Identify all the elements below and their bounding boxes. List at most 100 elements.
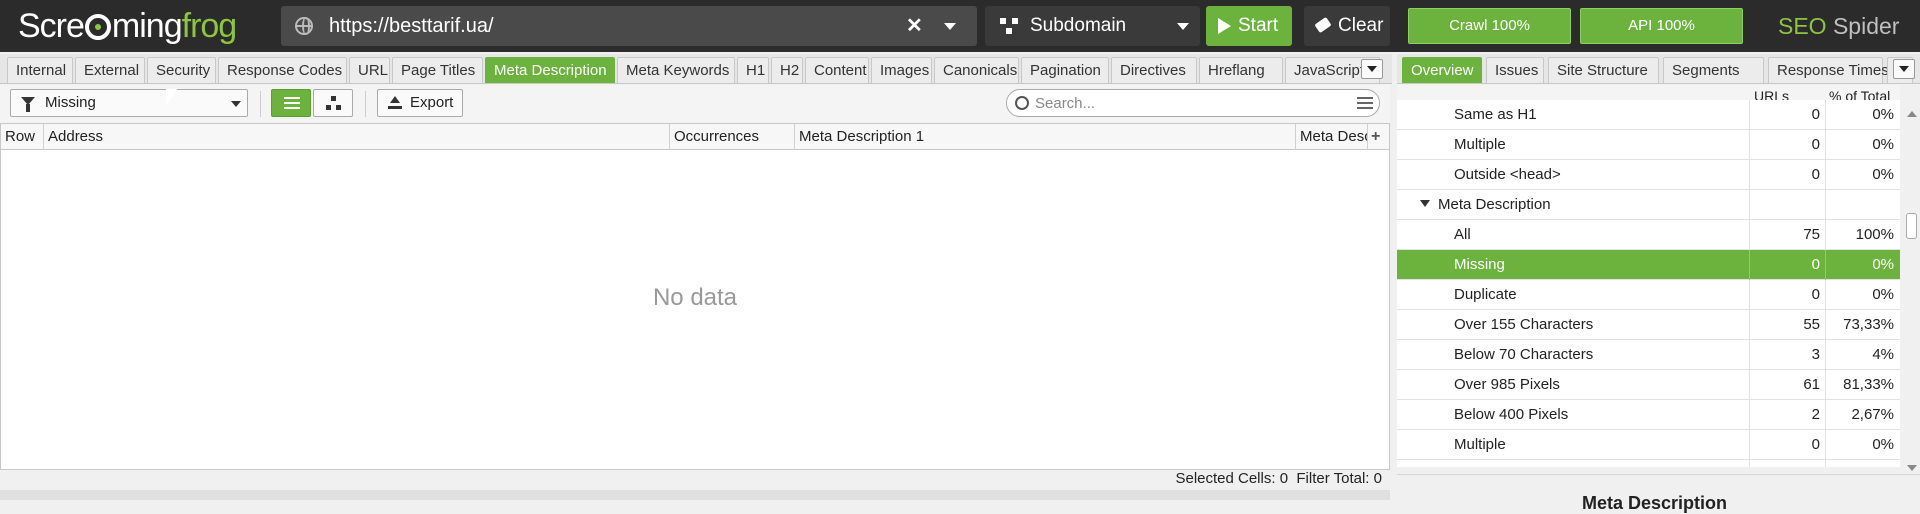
column-header-row[interactable]: Row [1,124,44,150]
tab-meta-description[interactable]: Meta Description [485,57,615,83]
more-tabs-dropdown-icon[interactable] [1361,59,1383,79]
overview-row-urls: 0 [1749,100,1825,130]
search-options-icon[interactable] [1357,97,1373,109]
overview-row-pct: 0% [1825,250,1900,280]
overview-row[interactable]: Below 70 Characters 3 4% [1397,340,1900,370]
overview-row[interactable]: Multiple 0 0% [1397,430,1900,460]
column-header-address[interactable]: Address [44,124,670,150]
tab-h2[interactable]: H2 [771,57,803,83]
tab-h1[interactable]: H1 [737,57,769,83]
overview-row[interactable]: Over 155 Characters 55 73,33% [1397,310,1900,340]
tab-security[interactable]: Security [147,57,216,83]
overview-row-label: Outside <head> [1454,466,1561,467]
overview-scrollbar[interactable] [1903,107,1920,474]
column-header-meta-description-1[interactable]: Meta Description 1 [795,124,1296,150]
column-header-meta-description-length[interactable]: Meta Description [1296,124,1368,150]
overview-group-row[interactable]: Meta Description [1397,190,1900,220]
clear-button[interactable]: Clear [1304,6,1390,46]
overview-row-pct: 81,33% [1825,370,1900,400]
overview-row-pct: 73,33% [1825,310,1900,340]
overview-row-urls: 61 [1749,370,1825,400]
eraser-icon [1314,16,1332,34]
left-tab-bar: Internal External Security Response Codes UR… [0,54,1392,84]
more-tabs-dropdown-icon[interactable] [1893,59,1915,79]
overview-row[interactable]: Same as H1 0 0% [1397,100,1900,130]
tab-canonicals[interactable]: Canonicals [934,57,1019,83]
tab-content[interactable]: Content [805,57,869,83]
search-input[interactable] [1035,93,1335,113]
url-input[interactable]: https://besttarif.ua/ ✕ [281,6,977,46]
filter-select[interactable]: Missing [10,89,248,117]
product-name: SEO Spider [1778,13,1900,39]
url-history-dropdown-icon[interactable] [944,23,956,30]
tab-pagination[interactable]: Pagination [1021,57,1109,83]
scroll-thumb[interactable] [1906,213,1917,239]
overview-row-label: Same as H1 [1454,106,1537,123]
filter-value: Missing [45,94,96,111]
horizontal-scrollbar[interactable] [0,490,1390,500]
tab-response-times[interactable]: Response Times [1768,57,1889,83]
overview-row-urls: 0 [1749,430,1825,460]
api-progress-bar: API 100% [1580,8,1743,44]
overview-row-label: Below 70 Characters [1454,346,1594,363]
overview-row-label: Multiple [1454,136,1506,153]
filter-icon [21,97,35,112]
tab-segments[interactable]: Segments [1663,57,1764,83]
overview-row-pct: 100% [1825,220,1900,250]
tab-directives[interactable]: Directives [1111,57,1197,83]
overview-table: Same as H1 0 0% Multiple 0 0% Outside <head> 0 0… [1397,100,1900,467]
tab-internal[interactable]: Internal [7,57,73,83]
overview-row-urls [1749,190,1825,220]
expand-caret-icon[interactable] [1420,200,1430,207]
overview-row-pct: 4% [1825,340,1900,370]
overview-row-urls: 0 [1749,460,1825,467]
overview-row-urls: 3 [1749,340,1825,370]
chevron-down-icon [231,101,241,107]
tab-overview[interactable]: Overview [1402,57,1482,83]
overview-row-urls: 75 [1749,220,1825,250]
export-button[interactable]: Export [377,89,463,117]
search-box[interactable] [1006,89,1380,117]
overview-row[interactable]: Outside <head> 00% [1397,460,1900,467]
results-toolbar: Missing Export [0,85,1390,123]
overview-row-pct [1825,190,1900,220]
overview-row-pct: 0% [1825,280,1900,310]
status-bar: Selected Cells: 0 Filter Total: 0 [0,470,1390,490]
tab-external[interactable]: External [75,57,145,83]
list-view-button[interactable] [271,89,311,117]
tree-icon [326,96,342,110]
scroll-down-icon[interactable] [1907,465,1917,471]
tab-response-codes[interactable]: Response Codes [218,57,347,83]
tab-url[interactable]: URL [349,57,390,83]
crawl-mode-select[interactable]: Subdomain [985,6,1200,46]
overview-row-label: Missing [1454,256,1505,273]
overview-row[interactable]: Outside <head> 00% [1397,160,1900,190]
overview-row-urls: 2 [1749,400,1825,430]
overview-row-urls: 0 [1749,280,1825,310]
overview-row-pct: 0% [1825,130,1900,160]
tab-site-structure[interactable]: Site Structure [1548,57,1659,83]
overview-row[interactable]: Missing 0 0% [1397,250,1900,280]
overview-row-urls: 0 [1749,160,1825,190]
tab-images[interactable]: Images [871,57,932,83]
url-text[interactable]: https://besttarif.ua/ [329,6,494,46]
tab-hreflang[interactable]: Hreflang [1199,57,1283,83]
overview-row[interactable]: Duplicate 0 0% [1397,280,1900,310]
column-header-occurrences[interactable]: Occurrences [670,124,795,150]
overview-row[interactable]: Below 400 Pixels 2 2,67% [1397,400,1900,430]
overview-row[interactable]: Multiple 0 0% [1397,130,1900,160]
tree-view-button[interactable] [313,89,353,117]
globe-icon [295,17,313,35]
tab-page-titles[interactable]: Page Titles [392,57,483,83]
table-header: Row Address Occurrences Meta Description… [1,124,1389,150]
tab-issues[interactable]: Issues [1486,57,1544,83]
clear-url-icon[interactable]: ✕ [906,6,923,46]
overview-row[interactable]: All 75 100% [1397,220,1900,250]
crawl-mode-value: Subdomain [1030,15,1127,36]
tab-meta-keywords[interactable]: Meta Keywords [617,57,735,83]
start-button[interactable]: Start [1206,6,1292,46]
play-icon [1218,18,1231,34]
add-column-icon[interactable]: + [1371,124,1380,150]
overview-row[interactable]: Over 985 Pixels 61 81,33% [1397,370,1900,400]
scroll-up-icon[interactable] [1907,111,1917,117]
